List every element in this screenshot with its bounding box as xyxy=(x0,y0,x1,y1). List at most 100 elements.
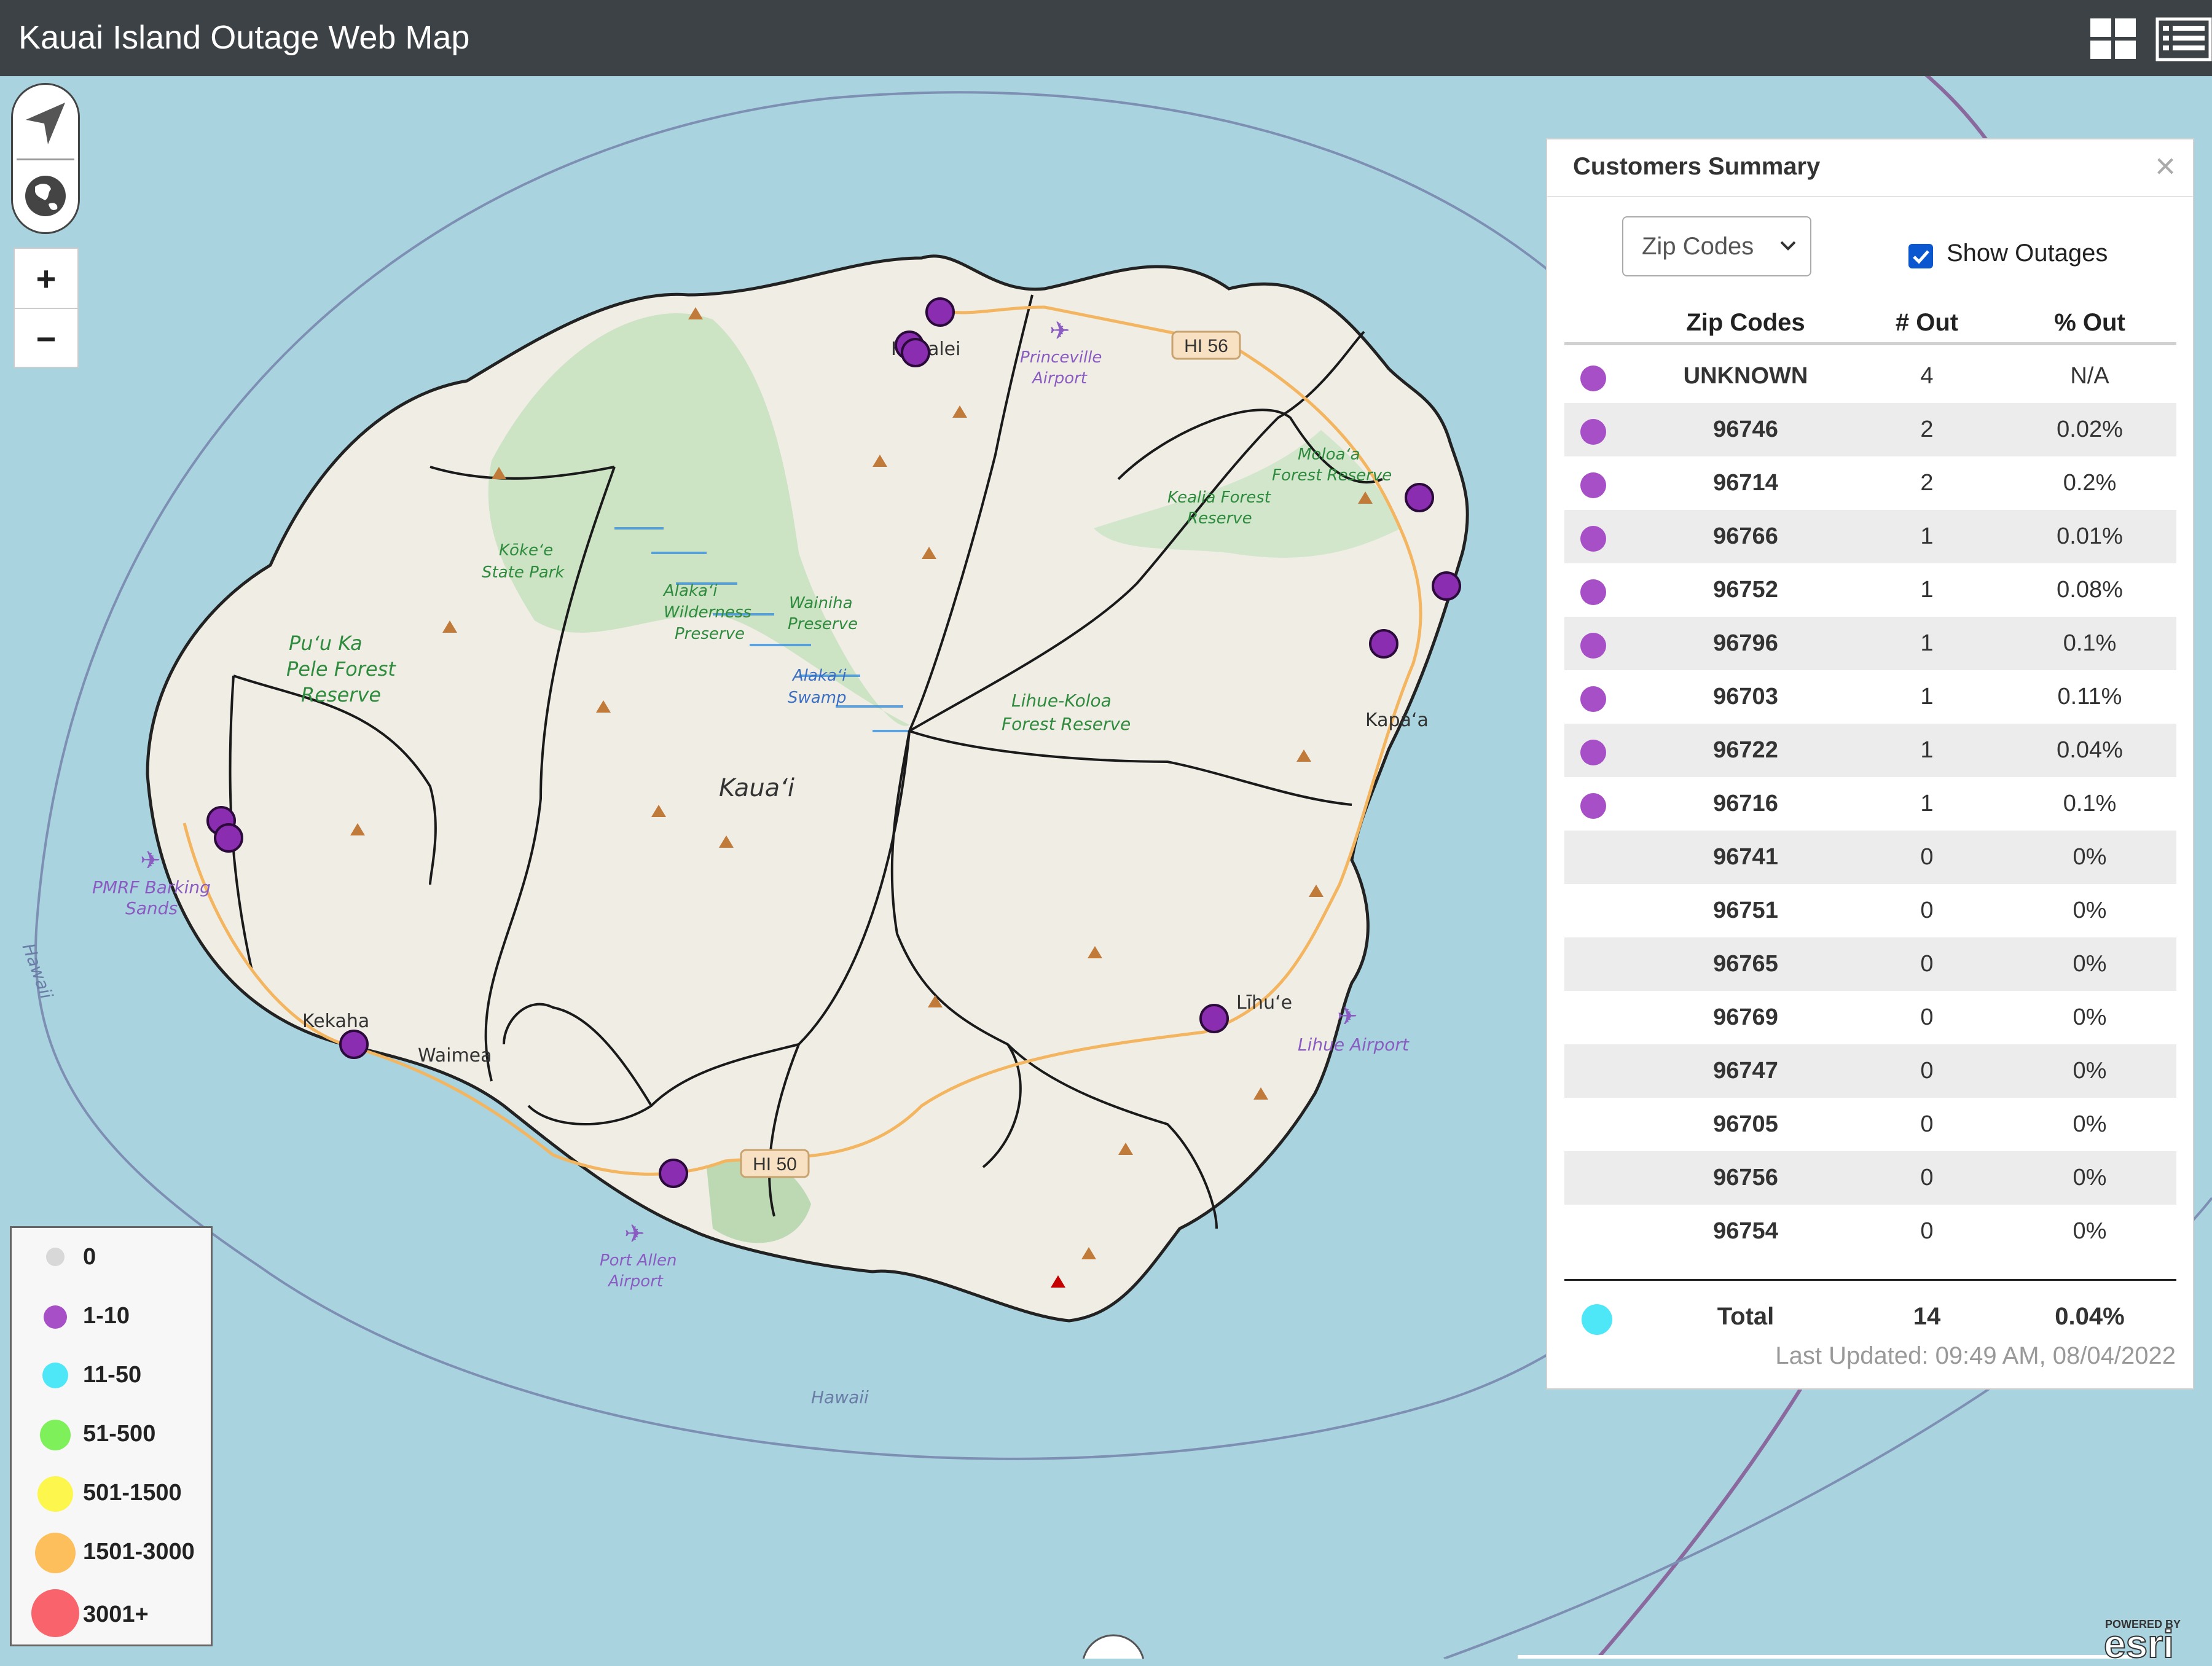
out-cell: 1 xyxy=(1920,791,1934,816)
pct-cell: 0.02% xyxy=(2057,416,2123,442)
svg-text:Lihue Airport: Lihue Airport xyxy=(1298,1034,1410,1055)
globe-icon[interactable] xyxy=(13,162,78,230)
out-cell: 0 xyxy=(1920,951,1934,977)
outage-dot xyxy=(1580,740,1606,765)
svg-text:✈: ✈ xyxy=(140,847,161,875)
pct-cell: 0.1% xyxy=(2063,791,2117,816)
zip-cell: 96769 xyxy=(1713,1004,1778,1030)
svg-text:Reserve: Reserve xyxy=(301,683,381,706)
svg-text:PMRF Barking: PMRF Barking xyxy=(92,877,211,898)
legend-label: 11-50 xyxy=(83,1362,142,1388)
legend-swatch xyxy=(42,1363,68,1388)
table-row[interactable]: 96747 0 0% xyxy=(1564,1044,2176,1098)
legend: 0 1-10 11-50 51-500 501-1500 1501-3000 3… xyxy=(10,1226,213,1646)
pct-cell: 0% xyxy=(2073,1218,2107,1244)
table-row[interactable]: 96705 0 0% xyxy=(1564,1098,2176,1151)
out-cell: 0 xyxy=(1920,1058,1934,1084)
svg-text:Kōkeʻe: Kōkeʻe xyxy=(499,541,553,560)
out-cell: 4 xyxy=(1920,363,1934,389)
table-row[interactable]: 96722 1 0.04% xyxy=(1564,724,2176,777)
legend-item: 51-500 xyxy=(12,1405,211,1464)
svg-text:Preserve: Preserve xyxy=(675,625,745,643)
pct-cell: 0.2% xyxy=(2063,470,2117,496)
svg-text:✈: ✈ xyxy=(624,1220,645,1248)
table-row[interactable]: UNKNOWN 4 N/A xyxy=(1564,350,2176,403)
table-row[interactable]: 96703 1 0.11% xyxy=(1564,670,2176,724)
zoom-in-button[interactable]: + xyxy=(15,249,77,309)
legend-label: 1-10 xyxy=(83,1303,130,1329)
column-header[interactable]: Zip Codes xyxy=(1669,300,1822,345)
pct-cell: 0% xyxy=(2073,844,2107,870)
table-row[interactable]: 96765 0 0% xyxy=(1564,937,2176,991)
pct-cell: 0% xyxy=(2073,951,2107,977)
grid-icon[interactable] xyxy=(2088,16,2139,63)
svg-text:Kekaha: Kekaha xyxy=(302,1011,369,1032)
list-icon[interactable] xyxy=(2155,16,2212,63)
esri-logo[interactable]: POWERED BY esri xyxy=(2101,1617,2212,1664)
svg-text:Reserve: Reserve xyxy=(1187,509,1252,528)
table-row[interactable]: 96754 0 0% xyxy=(1564,1205,2176,1258)
out-cell: 0 xyxy=(1920,1111,1934,1137)
table-row[interactable]: 96746 2 0.02% xyxy=(1564,403,2176,456)
legend-swatch xyxy=(35,1533,76,1573)
legend-label: 1501-3000 xyxy=(83,1539,195,1565)
table-row[interactable]: 96796 1 0.1% xyxy=(1564,617,2176,670)
out-cell: 1 xyxy=(1920,577,1934,603)
legend-swatch xyxy=(37,1476,73,1512)
out-cell: 1 xyxy=(1920,737,1934,763)
svg-text:Kapaʻa: Kapaʻa xyxy=(1365,710,1429,731)
table-row[interactable]: 96741 0 0% xyxy=(1564,831,2176,884)
island-label: Kauaʻi xyxy=(719,774,794,802)
outage-dot xyxy=(1580,633,1606,659)
table-row[interactable]: 96752 1 0.08% xyxy=(1564,563,2176,617)
out-cell: 2 xyxy=(1920,470,1934,496)
zip-cell: 96747 xyxy=(1713,1058,1778,1084)
zip-cell: 96714 xyxy=(1713,470,1778,496)
zip-cell: 96703 xyxy=(1713,684,1778,710)
outage-dot xyxy=(1580,526,1606,552)
svg-text:Alakaʻi: Alakaʻi xyxy=(791,667,847,685)
out-cell: 0 xyxy=(1920,844,1934,870)
table-row[interactable]: 96751 0 0% xyxy=(1564,884,2176,937)
total-dot xyxy=(1582,1304,1612,1335)
table-row[interactable]: 96716 1 0.1% xyxy=(1564,777,2176,831)
out-cell: 0 xyxy=(1920,1165,1934,1191)
svg-text:HI 50: HI 50 xyxy=(753,1154,797,1175)
svg-text:Preserve: Preserve xyxy=(788,615,858,633)
table-row[interactable]: 96756 0 0% xyxy=(1564,1151,2176,1205)
group-by-select[interactable]: Zip Codes xyxy=(1622,216,1811,276)
out-cell: 1 xyxy=(1920,523,1934,549)
outage-marker xyxy=(1369,629,1398,659)
legend-label: 0 xyxy=(83,1244,96,1270)
table-row[interactable]: 96769 0 0% xyxy=(1564,991,2176,1044)
map-tools xyxy=(11,83,80,234)
table-row[interactable]: 96766 1 0.01% xyxy=(1564,510,2176,563)
show-outages-checkbox[interactable] xyxy=(1908,244,1933,268)
zip-cell: 96766 xyxy=(1713,523,1778,549)
zip-cell: 96765 xyxy=(1713,951,1778,977)
table-row[interactable]: 96714 2 0.2% xyxy=(1564,456,2176,510)
pct-cell: 0% xyxy=(2073,1004,2107,1030)
column-header[interactable]: % Out xyxy=(2019,300,2160,345)
legend-item: 3001+ xyxy=(12,1582,211,1641)
pct-cell: 0% xyxy=(2073,898,2107,923)
out-cell: 0 xyxy=(1920,1004,1934,1030)
zip-cell: 96751 xyxy=(1713,898,1778,923)
svg-text:Swamp: Swamp xyxy=(788,689,847,707)
svg-text:Airport: Airport xyxy=(1031,369,1088,388)
outage-dot xyxy=(1580,793,1606,819)
zoom-out-button[interactable]: − xyxy=(15,309,77,368)
close-icon[interactable]: × xyxy=(2155,148,2176,185)
legend-item: 501-1500 xyxy=(12,1464,211,1523)
zip-cell: 96716 xyxy=(1713,791,1778,816)
app-header: Kauai Island Outage Web Map xyxy=(0,0,2212,76)
navigation-arrow-icon[interactable] xyxy=(13,90,78,157)
svg-text:✈: ✈ xyxy=(1049,317,1070,345)
svg-text:Airport: Airport xyxy=(607,1272,664,1291)
column-header[interactable]: # Out xyxy=(1872,300,1982,345)
legend-item: 1-10 xyxy=(12,1287,211,1346)
svg-text:Wilderness: Wilderness xyxy=(664,603,751,622)
svg-text:Līhuʻe: Līhuʻe xyxy=(1236,992,1292,1014)
svg-text:HI 56: HI 56 xyxy=(1184,336,1228,356)
legend-label: 3001+ xyxy=(83,1601,149,1627)
